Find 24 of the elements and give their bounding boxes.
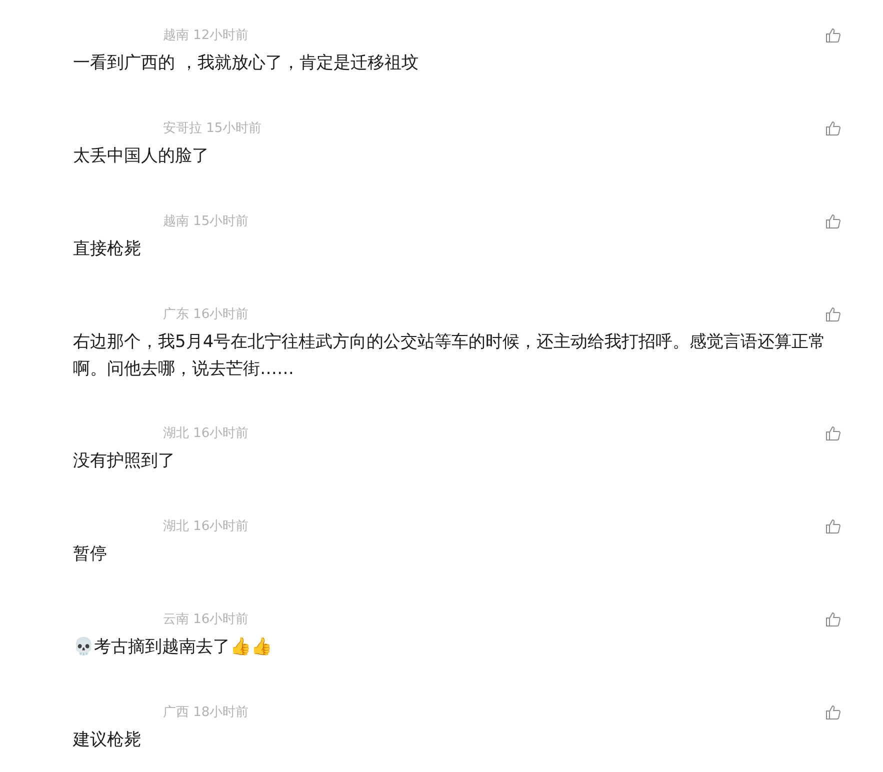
- like-icon[interactable]: [825, 213, 841, 229]
- like-icon[interactable]: [825, 518, 841, 534]
- comment-meta: 湖北 16小时前: [163, 425, 249, 442]
- comment-meta: 湖北 16小时前: [163, 518, 249, 535]
- comment-meta: 安哥拉 15小时前: [163, 120, 262, 137]
- comment-meta: 云南 16小时前: [163, 611, 249, 628]
- comment-text: 建议枪毙: [73, 729, 142, 752]
- like-icon[interactable]: [825, 425, 841, 441]
- comment-meta: 越南 15小时前: [163, 213, 249, 230]
- comment-text: 一看到广西的 ，我就放心了，肯定是迁移祖坟: [73, 52, 420, 75]
- comment-meta: 广东 16小时前: [163, 306, 249, 323]
- comment-meta: 广西 18小时前: [163, 704, 249, 721]
- comment-text: 暂停: [73, 543, 108, 566]
- comment-text: 右边那个，我5月4号在北宁往桂武方向的公交站等车的时候，还主动给我打招呼。感觉言语还算正常啊。问他去哪，说去芒街……: [73, 331, 827, 381]
- comment-text: 直接枪毙: [73, 238, 142, 261]
- comment-meta: 越南 12小时前: [163, 27, 249, 44]
- like-icon[interactable]: [825, 306, 841, 322]
- like-icon[interactable]: [825, 704, 841, 720]
- comment-text: 没有护照到了: [73, 450, 176, 473]
- comment-text: 太丢中国人的脸了: [73, 145, 210, 168]
- like-icon[interactable]: [825, 27, 841, 43]
- like-icon[interactable]: [825, 120, 841, 136]
- comment-text: 💀考古摘到越南去了👍👍: [73, 636, 273, 659]
- like-icon[interactable]: [825, 611, 841, 627]
